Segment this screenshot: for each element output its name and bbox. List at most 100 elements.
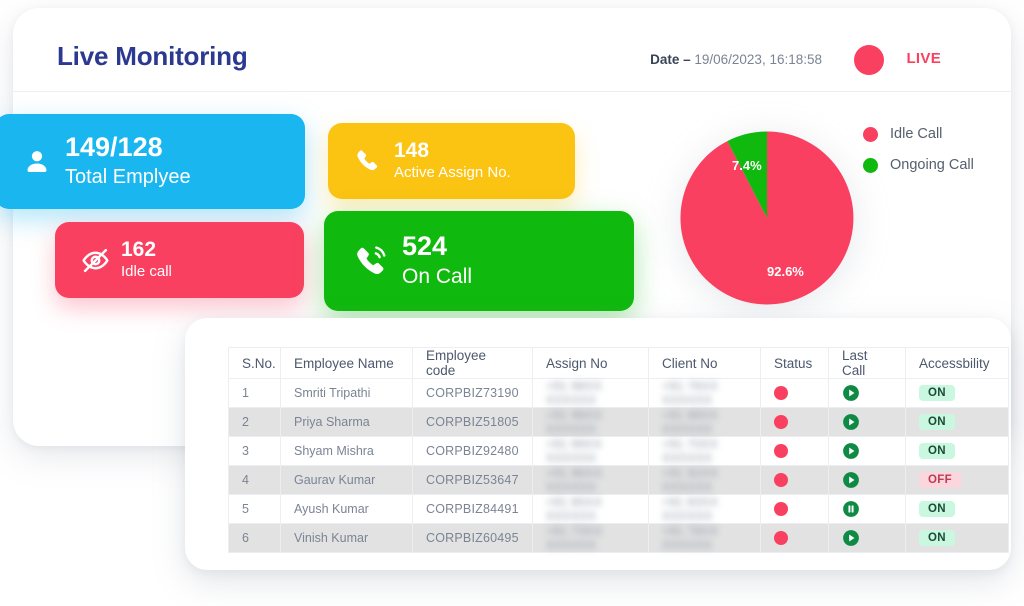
- cell-status: [760, 465, 829, 495]
- cell-assign-no: +91 96XX XXXXXX: [532, 465, 649, 495]
- pie-label-idle-call: 92.6%: [767, 264, 804, 279]
- cell-accessibility: ON: [905, 494, 1009, 524]
- table-header-row: S.No. Employee Name Employee code Assign…: [228, 347, 1009, 379]
- cell-client-no: +91 78XX XXXXXX: [648, 523, 761, 553]
- status-dot-idle: [774, 386, 788, 401]
- cell-sno: 6: [228, 523, 281, 553]
- eye-slash-icon: [69, 246, 121, 275]
- cell-status: [760, 436, 829, 466]
- stat-card-idle-call[interactable]: 162 Idle call: [55, 222, 304, 298]
- column-header-employee-code: Employee code: [412, 347, 533, 379]
- cell-last-call[interactable]: [828, 494, 906, 524]
- stat-label-active-assign-no: Active Assign No.: [394, 164, 511, 182]
- phone-ringing-icon: [342, 243, 402, 279]
- column-header-last-call: Last Call: [828, 347, 906, 379]
- cell-accessibility: OFF: [905, 465, 1009, 495]
- cell-employee-name: Gaurav Kumar: [280, 465, 413, 495]
- cell-sno: 1: [228, 378, 281, 408]
- accessibility-badge[interactable]: ON: [919, 385, 955, 401]
- cell-employee-name: Smriti Tripathi: [280, 378, 413, 408]
- cell-assign-no: +91 85XX XXXXXX: [532, 494, 649, 524]
- pie-label-ongoing-call: 7.4%: [732, 158, 762, 173]
- cell-client-no: +91 76XX XXXXXX: [648, 378, 761, 408]
- stat-value-on-call: 524: [402, 230, 448, 261]
- cell-sno: 4: [228, 465, 281, 495]
- status-dot-idle: [774, 502, 788, 517]
- table-row[interactable]: 2 Priya Sharma CORPBIZ51805 +91 98XX XXXXXX…: [228, 407, 1009, 437]
- person-icon: [9, 147, 65, 177]
- phone-icon: [342, 148, 394, 174]
- cell-employee-name: Priya Sharma: [280, 407, 413, 437]
- page-title: Live Monitoring: [57, 41, 248, 71]
- legend-swatch-ongoing-call: [863, 157, 878, 173]
- cell-status: [760, 523, 829, 553]
- live-status-label: LIVE: [906, 50, 941, 67]
- employee-monitoring-table-card: S.No. Employee Name Employee code Assign…: [185, 318, 1011, 570]
- cell-sno: 2: [228, 407, 281, 437]
- stat-label-idle-call: Idle call: [121, 263, 172, 281]
- cell-employee-code: CORPBIZ53647: [412, 465, 533, 495]
- cell-sno: 3: [228, 436, 281, 466]
- accessibility-badge[interactable]: ON: [919, 501, 955, 517]
- header-bar: Live Monitoring Date – 19/06/2023, 16:18…: [13, 8, 1011, 92]
- stat-card-on-call[interactable]: 524 On Call: [324, 211, 634, 311]
- cell-assign-no: +91 98XX XXXXXX: [532, 407, 649, 437]
- stat-card-active-assign-no[interactable]: 148 Active Assign No.: [328, 123, 575, 199]
- stat-value-total-employee: 149/128: [65, 131, 163, 162]
- pause-icon[interactable]: [842, 500, 860, 518]
- cell-last-call[interactable]: [828, 436, 906, 466]
- play-icon[interactable]: [842, 442, 860, 460]
- cell-status: [760, 494, 829, 524]
- column-header-assign-no: Assign No: [532, 347, 649, 379]
- accessibility-badge[interactable]: ON: [919, 443, 955, 459]
- legend-label-ongoing-call: Ongoing Call: [890, 157, 974, 173]
- table-row[interactable]: 3 Shyam Mishra CORPBIZ92480 +91 99XX XXXXXX…: [228, 436, 1009, 466]
- cell-assign-no: +91 73XX XXXXXX: [532, 523, 649, 553]
- pie-chart-legend: Idle Call Ongoing Call: [863, 126, 974, 173]
- stat-value-idle-call: 162: [121, 238, 157, 262]
- play-icon[interactable]: [842, 471, 860, 489]
- accessibility-badge[interactable]: ON: [919, 530, 955, 546]
- table-row[interactable]: 5 Ayush Kumar CORPBIZ84491 +91 85XX XXXXXX +…: [228, 494, 1009, 524]
- cell-client-no: +91 70XX XXXXXX: [648, 436, 761, 466]
- cell-accessibility: ON: [905, 523, 1009, 553]
- legend-label-idle-call: Idle Call: [890, 126, 943, 142]
- date-label: Date –: [650, 52, 691, 67]
- cell-sno: 5: [228, 494, 281, 524]
- status-dot-idle: [774, 415, 788, 430]
- legend-swatch-idle-call: [863, 126, 878, 142]
- cell-employee-code: CORPBIZ73190: [412, 378, 533, 408]
- status-dot-idle: [774, 473, 788, 488]
- cell-employee-code: CORPBIZ92480: [412, 436, 533, 466]
- cell-last-call[interactable]: [828, 465, 906, 495]
- cell-employee-name: Ayush Kumar: [280, 494, 413, 524]
- column-header-accessibility: Accessbility: [905, 347, 1009, 379]
- play-icon[interactable]: [842, 529, 860, 547]
- cell-last-call[interactable]: [828, 407, 906, 437]
- cell-employee-code: CORPBIZ60495: [412, 523, 533, 553]
- column-header-sno: S.No.: [228, 347, 281, 379]
- table-row[interactable]: 6 Vinish Kumar CORPBIZ60495 +91 73XX XXXXXX…: [228, 523, 1009, 553]
- table-row[interactable]: 4 Gaurav Kumar CORPBIZ53647 +91 96XX XXXXXX…: [228, 465, 1009, 495]
- accessibility-badge[interactable]: OFF: [919, 472, 961, 488]
- play-icon[interactable]: [842, 413, 860, 431]
- cell-assign-no: +91 99XX XXXXXX: [532, 436, 649, 466]
- cell-status: [760, 407, 829, 437]
- stat-label-total-employee: Total Emplyee: [65, 166, 191, 189]
- cell-last-call[interactable]: [828, 378, 906, 408]
- table-row[interactable]: 1 Smriti Tripathi CORPBIZ73190 +91 98XX XXX…: [228, 378, 1009, 408]
- cell-employee-name: Vinish Kumar: [280, 523, 413, 553]
- pie-svg: [680, 131, 854, 305]
- cell-accessibility: ON: [905, 378, 1009, 408]
- column-header-employee-name: Employee Name: [280, 347, 413, 379]
- cell-employee-code: CORPBIZ84491: [412, 494, 533, 524]
- cell-last-call[interactable]: [828, 523, 906, 553]
- date-display: Date – 19/06/2023, 16:18:58: [650, 52, 822, 67]
- cell-client-no: +91 83XX XXXXXX: [648, 494, 761, 524]
- column-header-status: Status: [760, 347, 829, 379]
- play-icon[interactable]: [842, 384, 860, 402]
- accessibility-badge[interactable]: ON: [919, 414, 955, 430]
- table-body: 1 Smriti Tripathi CORPBIZ73190 +91 98XX XXX…: [228, 378, 1009, 553]
- live-indicator-dot: [854, 45, 884, 75]
- stat-card-total-employee[interactable]: 149/128 Total Emplyee: [0, 114, 305, 209]
